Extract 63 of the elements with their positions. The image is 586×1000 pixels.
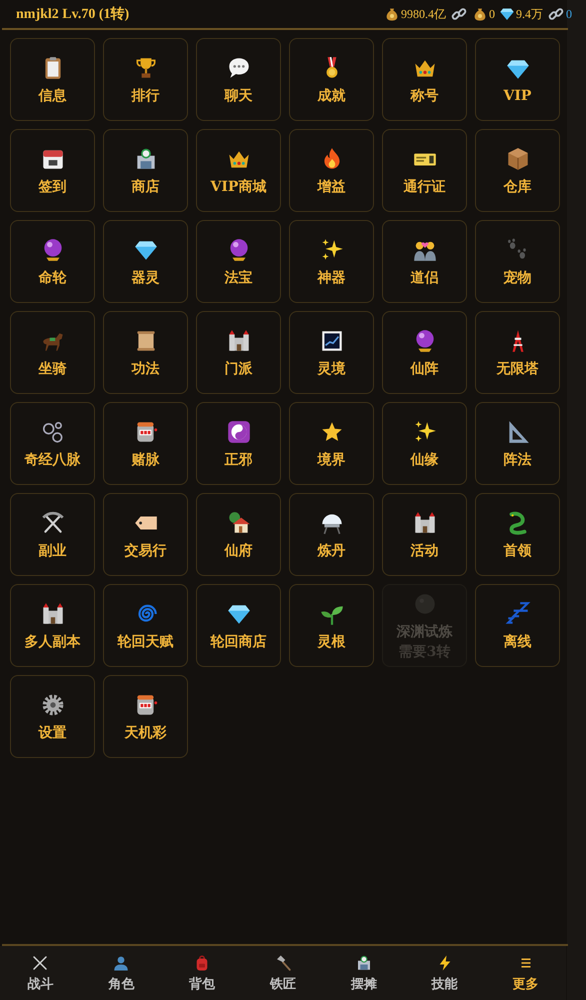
menu-tile[interactable]: 神器 [289, 220, 374, 303]
menu-tile[interactable]: 聊天 [196, 38, 281, 121]
menu-tile[interactable]: 仙缘 [382, 402, 467, 485]
menu-tile[interactable]: 坐骑 [10, 311, 95, 394]
menu-tile[interactable]: 法宝 [196, 220, 281, 303]
menu-tile[interactable]: 副业 [10, 493, 95, 576]
menu-tile[interactable]: 称号 [382, 38, 467, 121]
stat-value: 0 [489, 6, 495, 22]
zzz-icon [504, 600, 530, 626]
nav-tab[interactable]: 更多 [485, 946, 566, 1000]
menu-tile[interactable]: VIP [475, 38, 560, 121]
yinyang-icon [226, 418, 252, 444]
menu-tile[interactable]: 命轮 [10, 220, 95, 303]
menu-tile[interactable]: 活动 [382, 493, 467, 576]
menu-tile[interactable]: 轮回天赋 [103, 584, 188, 667]
menu-tile[interactable]: 增益 [289, 129, 374, 212]
menu-tile[interactable]: 天机彩 [103, 675, 188, 758]
menu-tile[interactable]: 境界 [289, 402, 374, 485]
person-icon [112, 954, 130, 972]
menu-tile[interactable]: 签到 [10, 129, 95, 212]
menu-tile[interactable]: VIP商城 [196, 129, 281, 212]
menu-tile[interactable]: 离线 [475, 584, 560, 667]
nav-tab[interactable]: 角色 [80, 946, 162, 1000]
menu-tile[interactable]: 灵境 [289, 311, 374, 394]
stat-value: 9.4万 [516, 6, 543, 22]
menu-tile[interactable]: 成就 [289, 38, 374, 121]
nav-tab[interactable]: 战斗 [0, 946, 81, 1000]
nav-tab[interactable]: 技能 [404, 946, 486, 1000]
money-icon [384, 6, 400, 22]
stat-value: 9980.4亿 [401, 6, 446, 22]
menu-tile[interactable]: 排行 [103, 38, 188, 121]
menu-tile[interactable]: 道侣 [382, 220, 467, 303]
menu-tile[interactable]: 炼丹 [289, 493, 374, 576]
menu-tile[interactable]: 仙府 [196, 493, 281, 576]
nav-tab[interactable]: 摆摊 [323, 946, 404, 1000]
menu-tile[interactable]: 功法 [103, 311, 188, 394]
menu-tile[interactable]: 首领 [475, 493, 560, 576]
menu-tile[interactable]: 奇经八脉 [10, 402, 95, 485]
pickaxes-icon [40, 510, 66, 536]
menu-tile[interactable]: 仙阵 [382, 311, 467, 394]
menu-tile[interactable]: 宠物 [475, 220, 560, 303]
menu-tile[interactable]: 阵法 [475, 402, 560, 485]
gem-icon [499, 6, 515, 22]
menu-tile[interactable]: 门派 [196, 311, 281, 394]
swords-icon [31, 954, 50, 972]
player-name: nmjkl2 Lv.70 (1转) [16, 5, 130, 23]
nav-tab[interactable]: 背包 [162, 946, 243, 1000]
menu-tile[interactable]: 轮回商店 [196, 584, 281, 667]
menu-tile[interactable]: 正邪 [196, 402, 281, 485]
money-icon [472, 6, 488, 22]
menu-tile[interactable]: 交易行 [103, 493, 188, 576]
menu-tile[interactable]: 仓库 [475, 129, 560, 212]
menu-tile[interactable]: 赌脉 [103, 402, 188, 485]
menu-tile[interactable]: 信息 [10, 38, 95, 121]
menu-tile[interactable]: 商店 [103, 129, 188, 212]
menu-tile[interactable]: 无限塔 [475, 311, 560, 394]
stat-value: 0 [566, 6, 572, 22]
menu-tile[interactable]: 灵根 [289, 584, 374, 667]
menu-tile[interactable]: 设置 [10, 675, 95, 758]
menu-tile[interactable]: 器灵 [103, 220, 188, 303]
nav-tab[interactable]: 铁匠 [242, 946, 324, 1000]
menu-tile[interactable]: 通行证 [382, 129, 467, 212]
menu-tile[interactable]: 多人副本 [10, 584, 95, 667]
